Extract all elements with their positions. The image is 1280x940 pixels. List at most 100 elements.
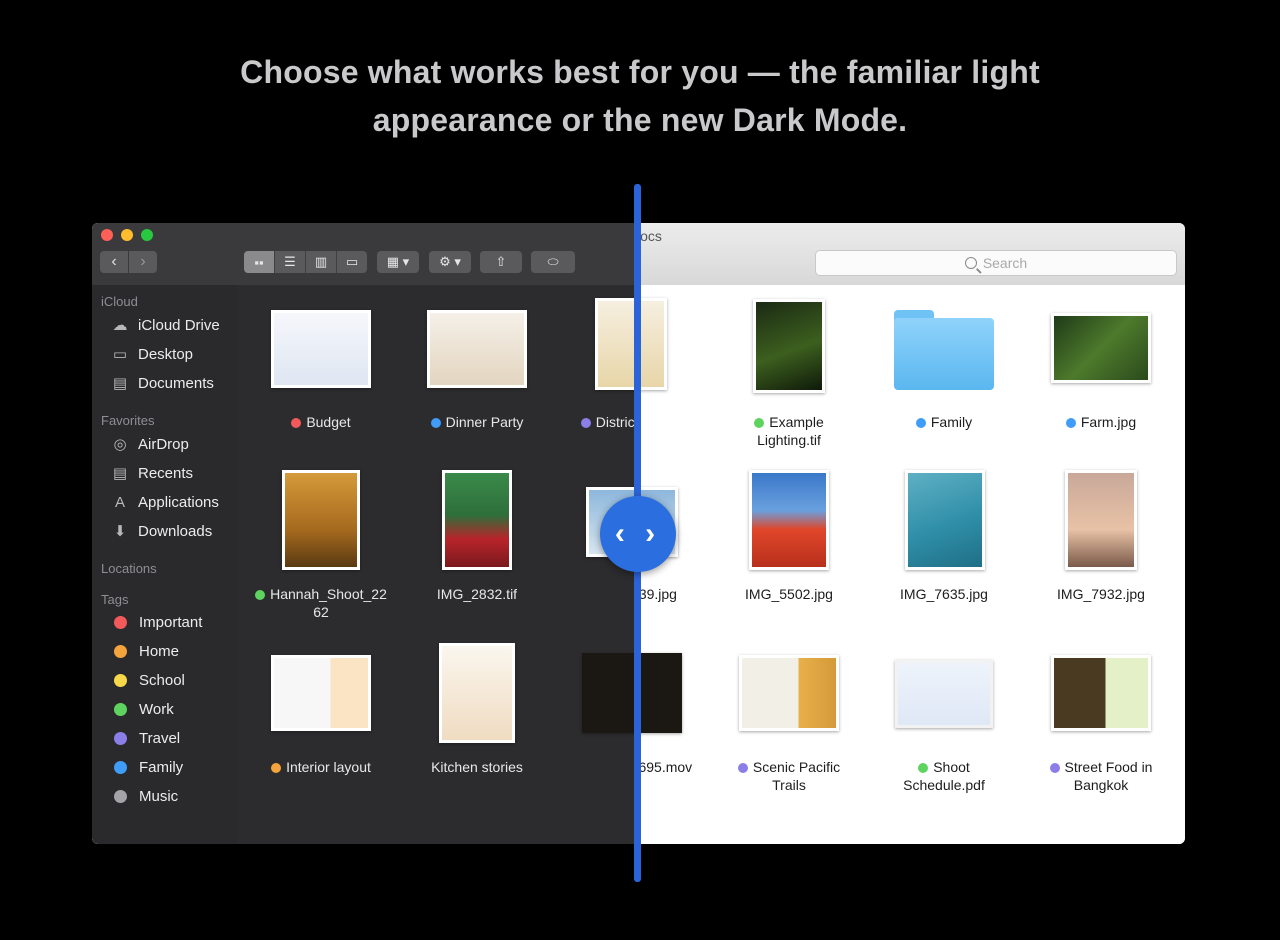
tag-dot-purple bbox=[1049, 763, 1060, 773]
sidebar-item-icloud-drive[interactable]: ☁ iCloud Drive bbox=[110, 316, 220, 335]
tag-dot-red bbox=[291, 418, 302, 428]
share-icon[interactable]: ⇧ bbox=[480, 251, 522, 273]
file-thumbnail-interior-layout[interactable] bbox=[271, 655, 371, 731]
group-by-button[interactable]: ▦ ▾ bbox=[377, 251, 419, 273]
file-label-interior-layout: Interior layout bbox=[243, 758, 399, 776]
file-label-farm: Farm.jpg bbox=[1023, 413, 1179, 431]
file-name-line: Street Food in bbox=[1064, 759, 1153, 775]
sidebar-tag-important[interactable]: Important bbox=[110, 614, 202, 631]
file-thumbnail-dinner-party[interactable] bbox=[427, 310, 527, 388]
file-thumbnail-img-7635[interactable] bbox=[905, 470, 985, 570]
airdrop-icon: ◎ bbox=[113, 436, 127, 453]
file-thumbnail-farm[interactable] bbox=[1051, 313, 1151, 383]
file-thumbnail-hannah-shoot[interactable] bbox=[282, 470, 360, 570]
sidebar-item-label: Applications bbox=[138, 493, 219, 511]
document-icon: ▤ bbox=[112, 375, 128, 392]
sidebar-item-label: Documents bbox=[138, 374, 214, 392]
tag-dot-purple bbox=[580, 418, 591, 428]
tag-dot-purple bbox=[737, 763, 748, 773]
file-name-line: Lighting.tif bbox=[757, 432, 821, 448]
file-thumbnail-shoot-schedule[interactable] bbox=[895, 660, 993, 728]
file-label-scenic-pacific: Scenic Pacific Trails bbox=[711, 758, 867, 794]
sidebar: iCloud ☁ iCloud Drive ▭ Desktop ▤ Docume… bbox=[92, 285, 238, 844]
sidebar-item-label: Downloads bbox=[138, 522, 213, 540]
file-label-kitchen-stories: Kitchen stories bbox=[399, 758, 555, 776]
tag-color-dot bbox=[114, 674, 127, 687]
file-name-line: Scenic Pacific bbox=[752, 759, 841, 775]
file-thumbnail-street-food[interactable] bbox=[1051, 655, 1151, 731]
file-name-line: Bangkok bbox=[1073, 777, 1129, 793]
tag-dot-orange bbox=[271, 763, 282, 773]
sidebar-item-downloads[interactable]: ⬇ Downloads bbox=[110, 522, 213, 541]
action-button-wrap: ⚙ ▾ bbox=[429, 251, 471, 273]
file-thumbnail-district-market[interactable] bbox=[595, 298, 636, 390]
minimize-button[interactable] bbox=[121, 229, 133, 241]
file-name: Kitchen stories bbox=[431, 759, 523, 775]
sidebar-header-icloud: iCloud bbox=[101, 294, 138, 309]
sidebar-tag-home[interactable]: Home bbox=[110, 643, 179, 660]
file-name-line: Schedule.pdf bbox=[903, 777, 985, 793]
dark-file-grid: Budget Dinner Party District Market Hann… bbox=[238, 285, 636, 844]
view-switcher: ▪▪ ☰ ▥ ▭ bbox=[244, 251, 367, 273]
group-button-wrap: ▦ ▾ bbox=[377, 251, 419, 273]
list-view-icon[interactable]: ☰ bbox=[275, 251, 306, 273]
icon-view-icon[interactable]: ▪▪ bbox=[244, 251, 275, 273]
sidebar-tag-school[interactable]: School bbox=[110, 672, 185, 689]
sidebar-header-tags: Tags bbox=[101, 592, 129, 607]
file-thumbnail-scenic-pacific[interactable] bbox=[739, 655, 839, 731]
tag-button-wrap: ⬭ bbox=[531, 251, 575, 273]
file-name-line: Shoot bbox=[933, 759, 970, 775]
action-gear-icon[interactable]: ⚙ ▾ bbox=[429, 251, 471, 273]
search-field[interactable]: Search bbox=[815, 250, 1177, 276]
file-name-line: 62 bbox=[313, 604, 329, 620]
file-label-example-lighting: Example Lighting.tif bbox=[711, 413, 867, 449]
zoom-button[interactable] bbox=[141, 229, 153, 241]
sidebar-item-label: School bbox=[139, 672, 185, 689]
sidebar-item-label: Important bbox=[139, 614, 203, 631]
sidebar-tag-work[interactable]: Work bbox=[110, 701, 174, 718]
search-icon bbox=[964, 257, 977, 269]
file-label-img-2832: IMG_2832.tif bbox=[399, 585, 555, 603]
download-icon: ⬇ bbox=[113, 523, 127, 540]
sidebar-tag-family[interactable]: Family bbox=[110, 759, 183, 776]
file-thumbnail-img-2832[interactable] bbox=[442, 470, 512, 570]
back-button[interactable]: ‹ bbox=[100, 251, 129, 273]
sidebar-item-recents[interactable]: ▤ Recents bbox=[110, 464, 193, 483]
tag-icon[interactable]: ⬭ bbox=[531, 251, 575, 273]
sidebar-item-label: Desktop bbox=[138, 345, 194, 363]
file-thumbnail-img-5502[interactable] bbox=[749, 470, 829, 570]
file-name-line: Hannah_Shoot_22 bbox=[270, 586, 387, 602]
sidebar-item-airdrop[interactable]: ◎ AirDrop bbox=[110, 435, 188, 454]
tag-dot-green bbox=[255, 590, 266, 600]
sidebar-item-applications[interactable]: A Applications bbox=[110, 493, 219, 511]
forward-button[interactable]: › bbox=[129, 251, 157, 273]
file-thumbnail-budget[interactable] bbox=[271, 310, 371, 388]
close-button[interactable] bbox=[101, 229, 113, 241]
tag-color-dot bbox=[114, 616, 127, 629]
sidebar-tag-music[interactable]: Music bbox=[110, 788, 178, 805]
cloud-icon: ☁ bbox=[112, 317, 128, 334]
sidebar-item-label: Home bbox=[139, 643, 180, 660]
file-thumbnail-img-7932[interactable] bbox=[1065, 470, 1137, 570]
tag-color-dot bbox=[114, 645, 127, 658]
file-name: Dinner Party bbox=[445, 414, 524, 430]
sidebar-item-desktop[interactable]: ▭ Desktop bbox=[110, 345, 194, 364]
tag-dot-blue bbox=[915, 418, 926, 428]
headline-line-1: Choose what works best for you — the fam… bbox=[240, 54, 1040, 90]
comparison-slider-handle[interactable]: ‹ › bbox=[600, 496, 676, 572]
folder-family-icon[interactable] bbox=[894, 310, 994, 390]
sidebar-tag-travel[interactable]: Travel bbox=[110, 730, 180, 747]
file-thumbnail-lisbon[interactable] bbox=[582, 653, 636, 733]
file-label-dinner-party: Dinner Party bbox=[399, 413, 555, 431]
column-view-icon[interactable]: ▥ bbox=[306, 251, 337, 273]
applications-icon: A bbox=[114, 493, 125, 511]
sidebar-header-locations: Locations bbox=[101, 561, 157, 576]
sidebar-header-favorites: Favorites bbox=[101, 413, 155, 428]
headline: Choose what works best for you — the fam… bbox=[0, 48, 1280, 144]
file-thumbnail-kitchen-stories[interactable] bbox=[439, 643, 515, 743]
tag-color-dot bbox=[114, 703, 127, 716]
gallery-view-icon[interactable]: ▭ bbox=[337, 251, 367, 273]
file-thumbnail-example-lighting[interactable] bbox=[753, 299, 825, 393]
sidebar-item-documents[interactable]: ▤ Documents bbox=[110, 374, 214, 393]
file-label-street-food: Street Food in Bangkok bbox=[1023, 758, 1179, 794]
